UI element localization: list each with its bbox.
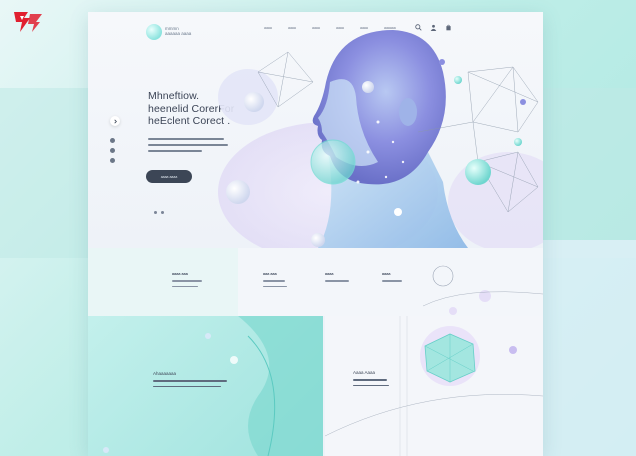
hero-paragraph	[148, 138, 228, 156]
features-section: aaaa aaa aaa aaa aaaa aaaa	[88, 248, 543, 316]
social-links	[110, 138, 115, 163]
feature-column-title: aaa aaa	[263, 272, 277, 276]
brand-name[interactable]: mmmn aaaaaa aaaa	[165, 26, 191, 36]
slider-dot-1[interactable]	[154, 211, 157, 214]
background-band-right	[540, 240, 636, 456]
social-link-3[interactable]	[110, 158, 115, 163]
text-line	[325, 280, 349, 282]
showcase-section: Ahaaaaaaa Aaaa Aaaa	[88, 316, 543, 456]
showcase-left-panel: Ahaaaaaaa	[88, 316, 323, 456]
text-line	[382, 280, 402, 282]
chevron-right-icon	[113, 119, 117, 123]
website-mockup: mmmn aaaaaa aaaa aaaa aaaa aaaa aaaa aaa…	[88, 12, 543, 456]
hero-section: mmmn aaaaaa aaaa aaaa aaaa aaaa aaaa aaa…	[88, 12, 543, 248]
text-line	[263, 285, 287, 288]
feature-column-1: aaaa aaa	[172, 272, 202, 288]
social-link-1[interactable]	[110, 138, 115, 143]
feature-column-4: aaaa	[382, 272, 402, 282]
text-line	[263, 280, 285, 282]
hero-cta-button[interactable]: aaaa aaaa	[146, 170, 192, 183]
slider-dot-2[interactable]	[161, 211, 164, 214]
text-line	[172, 285, 198, 288]
showcase-right-title: Aaaa Aaaa	[353, 370, 376, 375]
feature-column-title: aaaa aaa	[172, 272, 188, 276]
showcase-right-text	[353, 379, 389, 390]
text-line	[172, 280, 202, 282]
showcase-left-title: Ahaaaaaaa	[153, 371, 177, 376]
side-arrow[interactable]	[110, 116, 120, 126]
showcase-right-panel: Aaaa Aaaa	[325, 316, 543, 456]
feature-column-title: aaaa	[325, 272, 334, 276]
hero-illustration	[218, 30, 543, 248]
feature-column-3: aaaa	[325, 272, 349, 282]
brand-logo-icon[interactable]	[146, 24, 162, 40]
watermark-logo-icon	[10, 8, 46, 36]
feature-column-title: aaaa	[382, 272, 391, 276]
features-left-panel	[88, 248, 238, 316]
feature-column-2: aaa aaa	[263, 272, 287, 288]
slider-dots	[154, 211, 164, 214]
decorative-network	[423, 265, 543, 315]
showcase-left-text	[153, 380, 227, 391]
social-link-2[interactable]	[110, 148, 115, 153]
